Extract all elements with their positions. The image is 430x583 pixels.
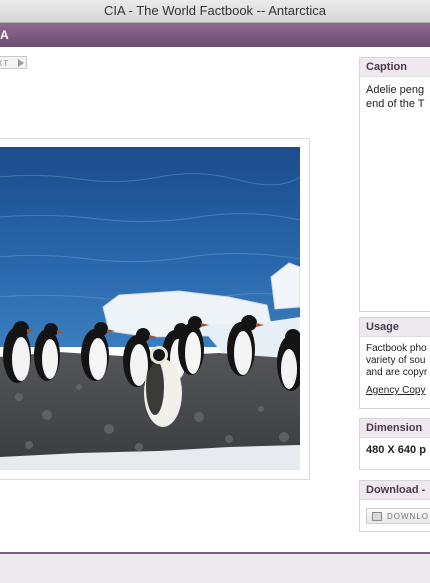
page-footer bbox=[0, 552, 430, 583]
download-body: DOWNLO bbox=[360, 500, 430, 530]
dimension-heading: Dimension bbox=[360, 419, 430, 438]
usage-line: Factbook pho bbox=[366, 343, 427, 354]
page-header-bar: A bbox=[0, 23, 430, 47]
caption-heading: Caption bbox=[360, 58, 430, 77]
usage-line: and are copyr bbox=[366, 367, 428, 378]
download-button[interactable]: DOWNLO bbox=[366, 508, 430, 524]
caption-line: Adelie peng bbox=[366, 84, 425, 96]
download-panel: Download - DOWNLO bbox=[359, 480, 430, 532]
usage-body: Factbook pho variety of sou and are copy… bbox=[360, 337, 430, 403]
photo-frame bbox=[0, 138, 310, 480]
window-title: CIA - The World Factbook -- Antarctica bbox=[103, 3, 327, 18]
main-content: XT bbox=[0, 47, 430, 552]
next-button[interactable]: XT bbox=[0, 56, 27, 69]
save-icon bbox=[372, 512, 382, 521]
penguin-photo-graphic bbox=[0, 147, 300, 470]
usage-line: variety of sou bbox=[366, 355, 426, 366]
caption-body: Adelie peng end of the T bbox=[360, 77, 430, 117]
dimension-panel: Dimension 480 X 640 p bbox=[359, 418, 430, 470]
agency-copyright-link[interactable]: Agency Copy bbox=[366, 385, 430, 397]
download-button-label: DOWNLO bbox=[387, 512, 429, 521]
usage-heading: Usage bbox=[360, 318, 430, 337]
dimension-value: 480 X 640 p bbox=[366, 444, 426, 456]
next-arrow-icon bbox=[18, 59, 24, 67]
page-header-label: A bbox=[0, 28, 9, 42]
download-heading: Download - bbox=[360, 481, 430, 500]
next-button-label: XT bbox=[0, 59, 10, 68]
antarctica-penguin-photo[interactable] bbox=[0, 147, 300, 470]
caption-panel: Caption Adelie peng end of the T bbox=[359, 57, 430, 312]
caption-line: end of the T bbox=[366, 98, 425, 110]
window-title-bar: CIA - The World Factbook -- Antarctica bbox=[0, 0, 430, 23]
usage-panel: Usage Factbook pho variety of sou and ar… bbox=[359, 317, 430, 409]
